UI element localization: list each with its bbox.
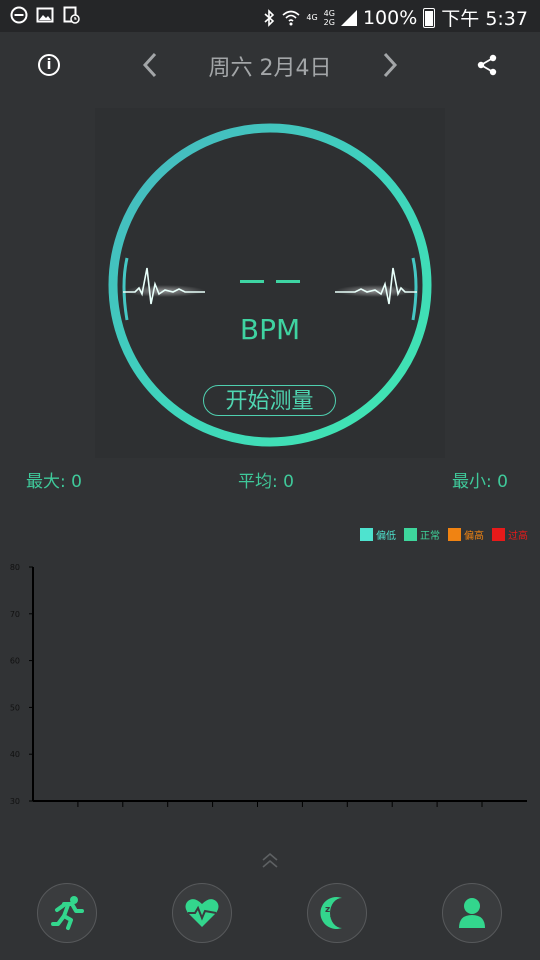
heart-rate-chart: 80 70 60 50 40 30 bbox=[10, 563, 527, 807]
y-tick-label: 60 bbox=[10, 657, 20, 666]
legend-item-low: 偏低 bbox=[360, 527, 396, 542]
nav-sleep[interactable]: z z bbox=[307, 883, 367, 943]
system-status: 4G 4G 2G 100% 下午 5:37 bbox=[262, 4, 528, 31]
bluetooth-icon bbox=[264, 8, 275, 27]
y-tick-label: 70 bbox=[10, 610, 20, 619]
bpm-unit-label: BPM bbox=[239, 313, 301, 346]
stat-min: 最小: 0 bbox=[452, 472, 508, 492]
run-icon bbox=[51, 896, 84, 930]
battery-icon bbox=[423, 7, 436, 28]
gallery-icon bbox=[36, 7, 54, 23]
gauge-bracket-left bbox=[122, 257, 129, 321]
signal-icon bbox=[340, 9, 357, 26]
do-not-disturb-icon bbox=[10, 6, 28, 24]
notification-icons bbox=[10, 6, 80, 24]
nav-profile[interactable] bbox=[442, 883, 502, 943]
y-tick-label: 80 bbox=[10, 563, 20, 572]
profile-icon bbox=[459, 898, 485, 928]
info-icon[interactable]: i bbox=[38, 54, 60, 76]
heart-icon bbox=[185, 899, 219, 927]
gauge-bracket-right bbox=[411, 257, 418, 321]
sleep-icon: z z bbox=[320, 897, 342, 929]
nav-activity[interactable] bbox=[37, 883, 97, 943]
legend-item-normal: 正常 bbox=[404, 527, 440, 542]
date-label: 周六 2月4日 bbox=[208, 56, 332, 81]
y-tick-label: 50 bbox=[10, 703, 20, 712]
expand-up-icon[interactable] bbox=[258, 851, 282, 871]
chevron-left-icon[interactable] bbox=[136, 50, 166, 80]
svg-text:z: z bbox=[330, 911, 334, 919]
stat-max: 最大: 0 bbox=[26, 472, 82, 492]
battery-percent: 100% bbox=[362, 6, 418, 29]
share-icon[interactable] bbox=[474, 52, 500, 78]
bpm-value bbox=[240, 280, 300, 283]
chart-legend: 偏低 正常 偏高 过高 bbox=[360, 527, 528, 542]
y-tick-label: 40 bbox=[10, 750, 20, 759]
legend-item-high: 偏高 bbox=[448, 527, 484, 542]
wifi-icon bbox=[282, 10, 300, 25]
start-measure-button[interactable]: 开始测量 bbox=[203, 385, 336, 416]
header: i 周六 2月4日 bbox=[0, 32, 540, 102]
y-tick-label: 30 bbox=[10, 797, 20, 806]
network-type-primary: 4G bbox=[306, 13, 318, 22]
nav-heart-rate[interactable] bbox=[172, 883, 232, 943]
chevron-right-icon[interactable] bbox=[374, 50, 404, 80]
legend-item-too-high: 过高 bbox=[492, 527, 528, 542]
status-bar: 4G 4G 2G 100% 下午 5:37 bbox=[0, 0, 540, 32]
network-type-secondary: 4G 2G bbox=[323, 8, 335, 27]
screenshot-icon bbox=[63, 6, 80, 24]
clock: 下午 5:37 bbox=[441, 8, 528, 30]
stat-average: 平均: 0 bbox=[238, 472, 294, 492]
